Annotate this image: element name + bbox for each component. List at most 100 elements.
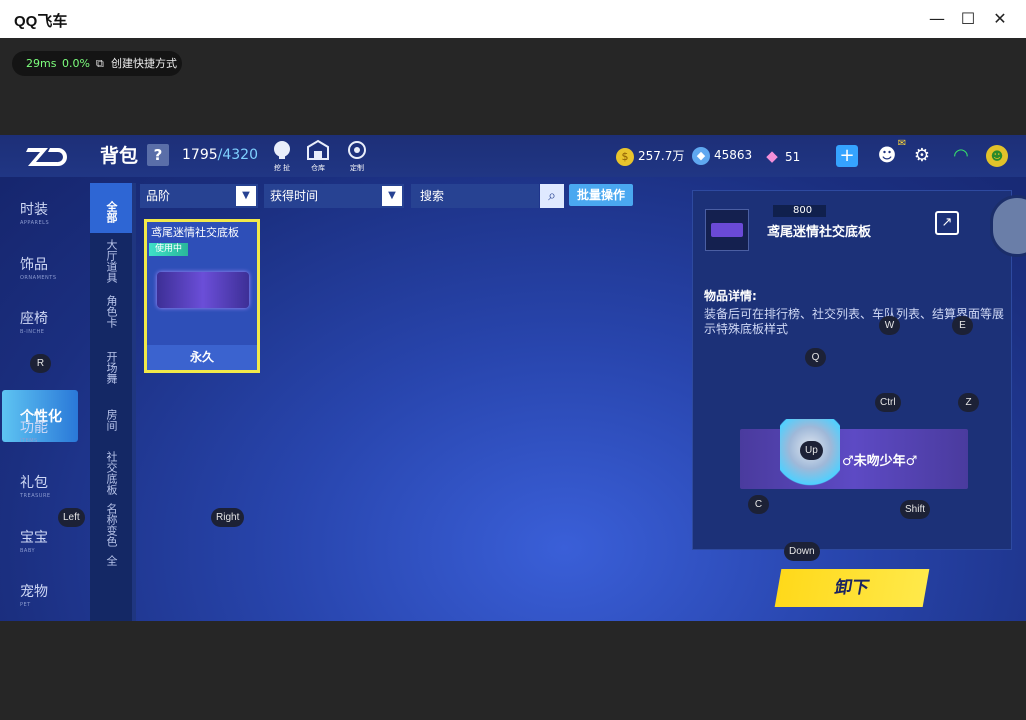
batch-operation-button[interactable]: 批量操作 [569, 184, 633, 206]
sidebar-item-functions[interactable]: 功能 ITEMS [20, 417, 48, 444]
tab-more[interactable]: 全 [90, 555, 132, 566]
game-logo-icon [26, 148, 67, 166]
unload-button[interactable]: 卸下 [774, 569, 930, 607]
sidebar-label: 座椅 [20, 311, 48, 327]
sidebar-label: 饰品 [20, 257, 48, 273]
dig-label: 挖 扯 [273, 164, 291, 172]
key-hint-ctrl: Ctrl [875, 393, 901, 412]
time-dropdown[interactable]: 获得时间 ▼ [264, 184, 404, 208]
game-screen: 背包 ? 1795/4320 挖 扯 仓库 定制 $257.7万 ◆ 45863 … [0, 135, 1026, 621]
search-input[interactable]: 搜索 [411, 184, 539, 208]
key-hint-c: C [748, 495, 769, 514]
warehouse-icon [307, 139, 329, 160]
coupon-value: 45863 [714, 148, 753, 162]
page-title: 背包 [100, 145, 139, 167]
mail-icon[interactable]: ✉ [894, 137, 910, 151]
key-hint-down: Down [784, 542, 820, 561]
sidebar-sub-label: BABY [20, 548, 36, 554]
grade-dropdown[interactable]: 品阶 ▼ [140, 184, 258, 208]
lamp-icon [274, 141, 290, 159]
key-hint-q: Q [805, 348, 826, 367]
key-hint-up: Up [800, 441, 823, 460]
time-label: 获得时间 [270, 189, 319, 203]
sidebar-item-baby[interactable]: 宝宝 BABY [20, 527, 48, 554]
sidebar-sub-label: ITEMS [20, 438, 38, 444]
sidebar-sub-label: ORNAMENTS [20, 275, 57, 281]
item-detail-panel: 800 鸢尾迷情社交底板 ↗ 物品详情: 装备后可在排行榜、社交列表、车队列表、… [692, 190, 1012, 550]
sidebar-label: 礼包 [20, 475, 48, 491]
top-bar: 背包 ? 1795/4320 挖 扯 仓库 定制 $257.7万 ◆ 45863 … [0, 135, 1026, 177]
sidebar-label: 宝宝 [20, 530, 48, 546]
chevron-down-icon: ▼ [382, 186, 402, 206]
key-hint-r: R [30, 354, 51, 373]
search-icon[interactable]: ⌕ [540, 184, 564, 208]
minimize-button[interactable]: — [926, 8, 948, 30]
maximize-button[interactable]: ☐ [957, 8, 979, 30]
preview-player-name: ♂未吻少年♂ [842, 454, 918, 469]
add-icon[interactable]: + [836, 145, 858, 167]
tab-lobby-items[interactable]: 大厅道具 [90, 239, 132, 283]
sidebar-label: 时装 [20, 202, 48, 218]
key-hint-e: E [952, 316, 973, 335]
sidebar-item-pet[interactable]: 宠物 PET [20, 581, 48, 608]
sidebar-sub-label: PET [20, 602, 31, 608]
detail-item-name: 鸢尾迷情社交底板 [767, 225, 872, 240]
help-button[interactable]: ? [147, 144, 169, 166]
diamond-value: 51 [785, 150, 801, 164]
avatar-icon[interactable]: ☻ [986, 145, 1008, 167]
custom-button[interactable]: 定制 [344, 139, 370, 173]
close-button[interactable]: ✕ [989, 8, 1011, 30]
gold-value: 257.7万 [638, 149, 685, 163]
tab-social-board[interactable]: 社交底板 [90, 451, 132, 495]
sidebar-label: 功能 [20, 420, 48, 436]
item-name: 鸢尾迷情社交底板 [151, 226, 239, 239]
price-value: 800 [793, 205, 813, 216]
tab-name-color[interactable]: 名称变色 [90, 503, 132, 547]
warehouse-label: 仓库 [311, 164, 325, 172]
bag-max: /4320 [217, 147, 258, 163]
sidebar-item-seat[interactable]: 座椅 B-INCHE [20, 308, 48, 335]
inventory-item-card[interactable]: 鸢尾迷情社交底板 使用中 永久 [144, 219, 260, 373]
sidebar-sub-label: TREASURE [20, 493, 51, 499]
loss-value: 0.0% [62, 57, 90, 70]
sidebar-sub-label: APPARELS [20, 220, 50, 226]
tab-all[interactable]: 全部 [90, 183, 132, 233]
wifi-icon: ◠ [953, 145, 969, 166]
tab-opening-dance[interactable]: 开场舞 [90, 351, 132, 384]
coupon-icon: ◆ [692, 147, 710, 165]
grade-label: 品阶 [146, 189, 171, 203]
key-hint-left: Left [58, 508, 85, 527]
item-price: 800 [773, 205, 827, 217]
key-hint-shift: Shift [900, 500, 931, 519]
sidebar-sub-label: B-INCHE [20, 329, 45, 335]
window-title: QQ飞车 [14, 13, 68, 30]
settings-gear-icon[interactable]: ⚙ [909, 143, 935, 169]
item-image [157, 272, 249, 308]
dig-button[interactable]: 挖 扯 [269, 139, 295, 173]
sidebar-item-apparel[interactable]: 时装 APPARELS [20, 199, 49, 226]
custom-label: 定制 [350, 164, 364, 172]
key-hint-z: Z [958, 393, 979, 412]
diamond-icon: ◆ [766, 147, 778, 165]
in-use-badge: 使用中 [149, 243, 189, 256]
diamond-display: ◆ 51 [763, 147, 800, 165]
ping-value: 29ms [26, 57, 57, 70]
performance-overlay: 29ms 0.0% ⧉ 创建快捷方式 [12, 51, 182, 76]
key-hint-right: Right [211, 508, 245, 527]
warehouse-button[interactable]: 仓库 [305, 139, 331, 173]
gold-display: $257.7万 [616, 147, 684, 166]
bag-capacity: 1795/4320 [182, 147, 258, 163]
sidebar-label: 宠物 [20, 584, 48, 600]
category-sidebar: 时装 APPARELS 饰品 ORNAMENTS 座椅 B-INCHE 个性化 功能 I… [0, 177, 82, 621]
share-icon[interactable]: ↗ [935, 211, 959, 235]
tab-role-card[interactable]: 角色卡 [90, 295, 132, 328]
item-thumbnail [705, 209, 749, 251]
tab-room[interactable]: 房间 [90, 409, 132, 431]
search-placeholder: 搜索 [420, 189, 445, 203]
subcategory-tabs: 全部 大厅道具 角色卡 开场舞 房间 社交底板 名称变色 全 [90, 183, 132, 621]
shortcut-icon[interactable]: ⧉ [96, 51, 104, 76]
item-duration: 永久 [147, 345, 257, 370]
sidebar-item-ornaments[interactable]: 饰品 ORNAMENTS [20, 254, 57, 281]
create-shortcut-link[interactable]: 创建快捷方式 [111, 51, 177, 76]
sidebar-item-gift-pack[interactable]: 礼包 TREASURE [20, 472, 51, 499]
